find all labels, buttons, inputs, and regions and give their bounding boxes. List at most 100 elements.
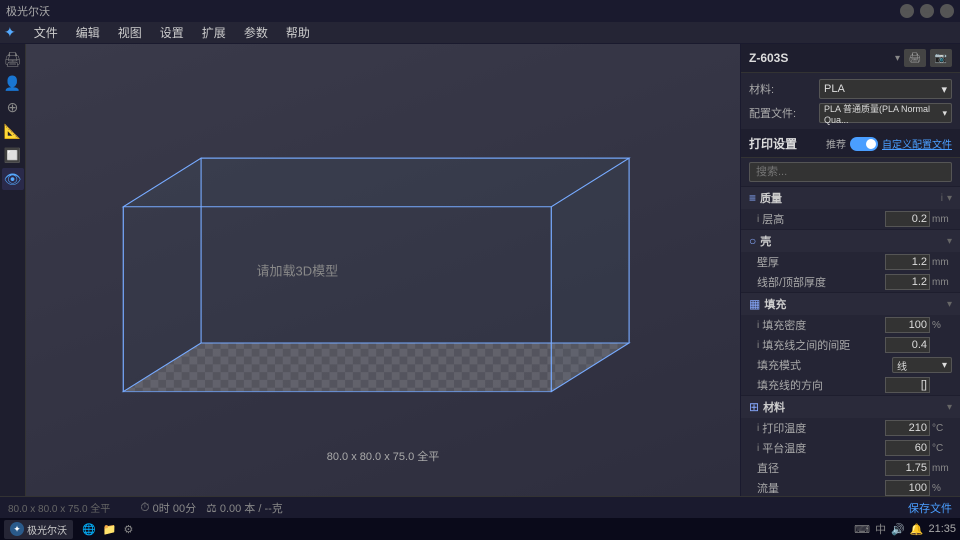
viewport[interactable]: 80.0 x 80.0 x 75.0 全平 请加载3D模型: [26, 44, 740, 496]
taskbar-left: ✦ 极光尔沃 🌐 📁 ⚙: [4, 520, 135, 539]
infill-density-unit: %: [932, 320, 952, 331]
bed-temp-label: 平台温度: [762, 440, 885, 456]
infill-spacing-label: 填充线之间的间距: [762, 337, 885, 353]
flow-unit: %: [932, 483, 952, 494]
profile-label: 配置文件:: [749, 105, 819, 121]
statusbar-save: 保存文件: [908, 500, 952, 516]
infill-density-input[interactable]: [885, 317, 930, 333]
infill-title: 填充: [764, 296, 943, 312]
diameter-row: 直径 mm: [741, 458, 960, 478]
menu-edit[interactable]: 编辑: [68, 22, 108, 43]
infill-density-info[interactable]: i: [757, 320, 759, 331]
bed-temp-unit: °C: [932, 443, 952, 454]
custom-link[interactable]: 自定义配置文件: [882, 136, 952, 151]
layer-height-input[interactable]: [885, 211, 930, 227]
search-input[interactable]: [749, 162, 952, 182]
print-temp-unit: °C: [932, 423, 952, 434]
tool-view[interactable]: 👁: [2, 168, 24, 190]
maximize-button[interactable]: □: [920, 4, 934, 18]
tool-measure[interactable]: 📐: [2, 120, 24, 142]
menu-help[interactable]: 帮助: [278, 22, 318, 43]
recommend-row: 推荐 自定义配置文件: [826, 136, 952, 151]
taskbar-folder-icon[interactable]: 📁: [103, 524, 117, 536]
sections-container: ≡ 质量 i ▾ i 层高 mm ○ 壳 ▾ 壁厚 mm: [741, 186, 960, 496]
menu-view[interactable]: 视图: [110, 22, 150, 43]
flow-row: 流量 %: [741, 478, 960, 496]
top-bottom-input[interactable]: [885, 274, 930, 290]
minimize-button[interactable]: ─: [900, 4, 914, 18]
profile-select[interactable]: PLA 普通质量(PLA Normal Qua...▾: [819, 103, 952, 123]
printer-camera-icon[interactable]: 📷: [930, 49, 952, 67]
quality-title: 质量: [760, 190, 937, 206]
menubar: ✦ 文件 编辑 视图 设置 扩展 参数 帮助: [0, 22, 960, 44]
layer-height-row: i 层高 mm: [741, 209, 960, 229]
bed-temp-info[interactable]: i: [757, 443, 759, 454]
section-material[interactable]: ⊞ 材料 ▾: [741, 395, 960, 418]
flow-input[interactable]: [885, 480, 930, 496]
print-settings-header: 打印设置 推荐 自定义配置文件: [741, 130, 960, 158]
taskbar-network-icon: 🔊: [891, 523, 905, 536]
save-status-button[interactable]: 保存文件: [908, 500, 952, 516]
tool-add[interactable]: ⊕: [2, 96, 24, 118]
infill-density-row: i 填充密度 %: [741, 315, 960, 335]
menu-settings[interactable]: 设置: [152, 22, 192, 43]
material-section-icon: ⊞: [749, 400, 759, 414]
print-temp-input[interactable]: [885, 420, 930, 436]
diameter-input[interactable]: [885, 460, 930, 476]
right-panel: Z-603S ▾ 🖨 📷 材料: PLA▾ 配置文件: PLA 普通质量(PLA…: [740, 44, 960, 496]
dimension-label: 80.0 x 80.0 x 75.0 全平: [327, 448, 440, 464]
taskbar-app-item[interactable]: ✦ 极光尔沃: [4, 520, 73, 539]
recommend-toggle[interactable]: [850, 137, 878, 151]
print-settings-title: 打印设置: [749, 135, 797, 152]
statusbar-left: 80.0 x 80.0 x 75.0 全平: [8, 500, 130, 515]
menu-extend[interactable]: 扩展: [194, 22, 234, 43]
infill-spacing-input[interactable]: [885, 337, 930, 353]
shell-icon: ○: [749, 234, 756, 248]
infill-pattern-label: 填充模式: [757, 357, 892, 373]
close-button[interactable]: ✕: [940, 4, 954, 18]
taskbar-browser-icon[interactable]: 🌐: [82, 524, 96, 536]
model-request-label: 请加载3D模型: [257, 261, 339, 280]
taskbar-keyboard-icon: ⌨: [854, 523, 870, 536]
printer-dropdown-arrow[interactable]: ▾: [895, 53, 900, 64]
menu-file[interactable]: 文件: [26, 22, 66, 43]
wall-thickness-input[interactable]: [885, 254, 930, 270]
material-section-arrow: ▾: [947, 402, 952, 413]
taskbar-app-icon: ✦: [10, 522, 24, 536]
material-select[interactable]: PLA▾: [819, 79, 952, 99]
printer-settings-icon[interactable]: 🖨: [904, 49, 926, 67]
diameter-unit: mm: [932, 463, 952, 474]
flow-label: 流量: [757, 480, 885, 496]
wall-thickness-row: 壁厚 mm: [741, 252, 960, 272]
profile-value: PLA 普通质量(PLA Normal Qua...▾: [819, 103, 952, 123]
infill-spacing-row: i 填充线之间的间距: [741, 335, 960, 355]
diameter-label: 直径: [757, 460, 885, 476]
taskbar-time: 21:35: [928, 523, 956, 535]
app-title: 极光尔沃: [6, 3, 50, 19]
infill-pattern-row: 填充模式 线▾: [741, 355, 960, 375]
section-infill[interactable]: ▦ 填充 ▾: [741, 292, 960, 315]
material-section: 材料: PLA▾ 配置文件: PLA 普通质量(PLA Normal Qua..…: [741, 73, 960, 130]
bed-temp-input[interactable]: [885, 440, 930, 456]
taskbar-settings-icon[interactable]: ⚙: [124, 524, 134, 536]
scene: 80.0 x 80.0 x 75.0 全平 请加载3D模型: [26, 44, 740, 496]
dimension-status: 80.0 x 80.0 x 75.0 全平: [8, 500, 110, 515]
infill-direction-input[interactable]: [885, 377, 930, 393]
section-quality[interactable]: ≡ 质量 i ▾: [741, 186, 960, 209]
time-icon: ⏱: [140, 500, 149, 515]
infill-direction-row: 填充线的方向: [741, 375, 960, 395]
section-shell[interactable]: ○ 壳 ▾: [741, 229, 960, 252]
print-temp-info[interactable]: i: [757, 423, 759, 434]
time-value: 0时 00分: [153, 500, 196, 516]
bed-temp-row: i 平台温度 °C: [741, 438, 960, 458]
menu-params[interactable]: 参数: [236, 22, 276, 43]
statusbar-weight: ⚖ 0.00 本 / --克: [206, 500, 283, 516]
infill-pattern-select[interactable]: 线▾: [892, 357, 952, 373]
tool-person[interactable]: 👤: [2, 72, 24, 94]
main-area: 🖨 👤 ⊕ 📐 🔲 👁: [0, 44, 960, 496]
infill-spacing-info[interactable]: i: [757, 340, 759, 351]
layer-height-info-icon[interactable]: i: [757, 214, 759, 225]
tool-box[interactable]: 🔲: [2, 144, 24, 166]
tool-print[interactable]: 🖨: [2, 48, 24, 70]
print-temp-label: 打印温度: [762, 420, 885, 436]
